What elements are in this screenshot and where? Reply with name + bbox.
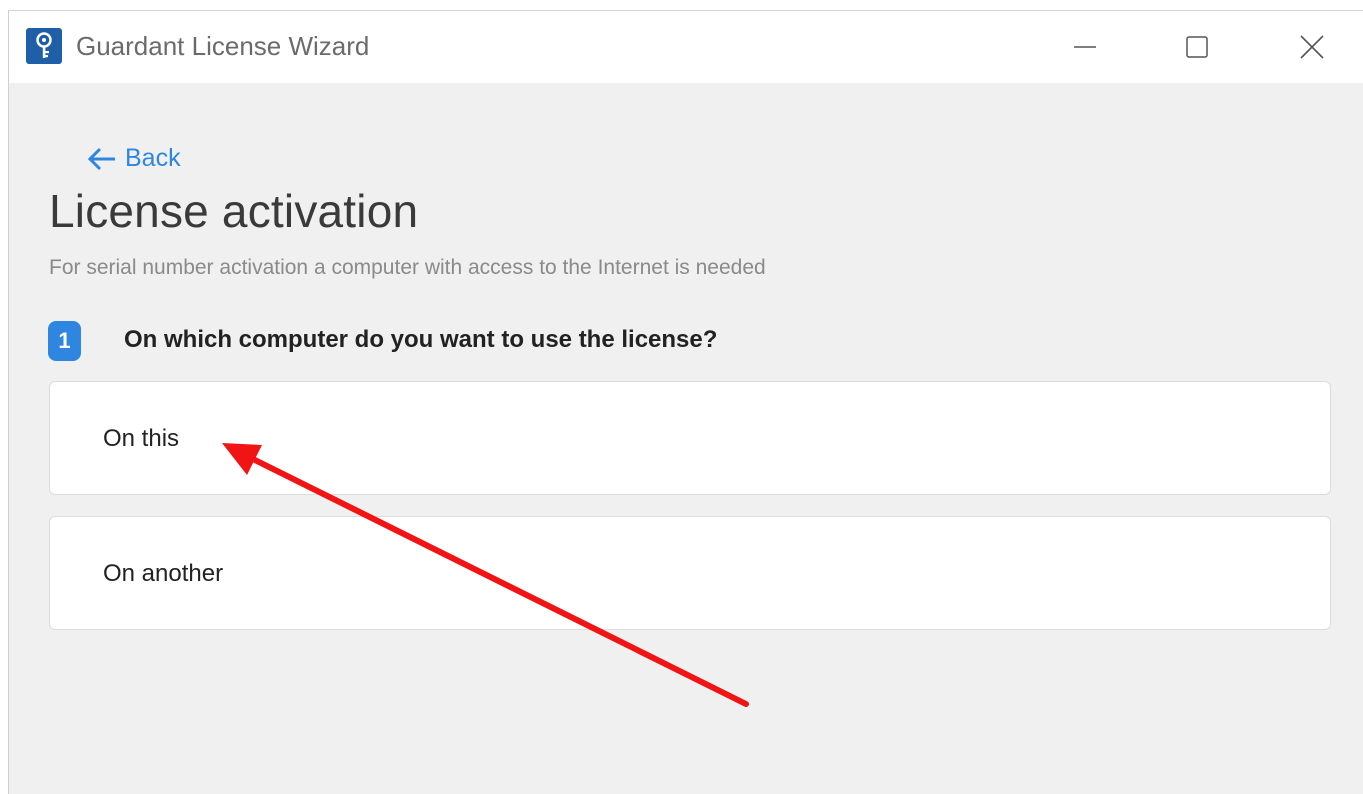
step-number-badge: 1 [48,321,81,361]
step-question: On which computer do you want to use the… [124,326,718,353]
minimize-button[interactable] [1062,25,1108,69]
option-on-another[interactable]: On another [49,516,1331,630]
close-button[interactable] [1289,25,1335,69]
page-title: License activation [49,185,419,237]
wizard-window: Guardant License Wizard Back License act… [8,10,1363,794]
page-subtitle: For serial number activation a computer … [49,256,766,279]
title-bar: Guardant License Wizard [9,11,1363,83]
key-icon [26,28,62,64]
close-icon [1300,35,1324,59]
maximize-button[interactable] [1174,25,1220,69]
option-label: On another [103,560,224,587]
back-button[interactable]: Back [87,144,181,173]
back-label: Back [125,144,181,172]
option-label: On this [103,425,180,452]
minimize-icon [1074,46,1096,48]
maximize-icon [1186,36,1208,58]
option-on-this[interactable]: On this [49,381,1331,495]
window-title: Guardant License Wizard [76,31,370,61]
arrow-left-icon [87,147,115,170]
